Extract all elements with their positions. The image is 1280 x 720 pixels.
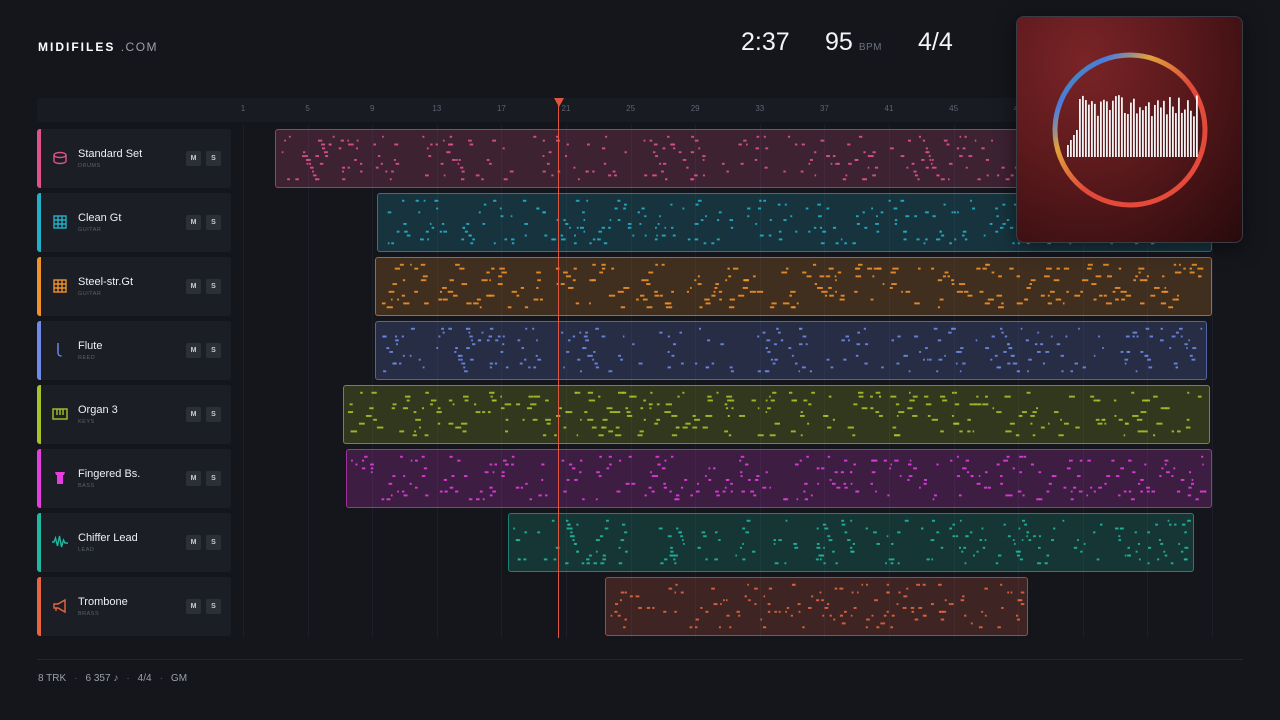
- note-pattern: [382, 263, 1204, 309]
- midi-clip[interactable]: [604, 577, 1028, 636]
- track-color-stripe: [37, 513, 41, 572]
- album-cover-visualizer: [1016, 16, 1243, 243]
- footer-signature: 4/4: [137, 673, 152, 684]
- grid-line: [243, 124, 244, 638]
- track-header-4[interactable]: Flute REED M S: [37, 321, 231, 380]
- ruler-tick: 45: [949, 104, 959, 113]
- ruler-tick: 9: [369, 104, 375, 113]
- solo-button[interactable]: S: [206, 343, 221, 358]
- waveform-icon: [51, 533, 69, 551]
- ruler-tick: 41: [884, 104, 894, 113]
- solo-button[interactable]: S: [206, 215, 221, 230]
- midi-clip[interactable]: [375, 257, 1212, 316]
- track-header-8[interactable]: Trombone BRASS M S: [37, 577, 231, 636]
- ruler-tick: 29: [690, 104, 700, 113]
- midi-clip[interactable]: [343, 385, 1211, 444]
- song-duration: 2:37: [741, 28, 790, 56]
- solo-button[interactable]: S: [206, 407, 221, 422]
- solo-button[interactable]: S: [206, 535, 221, 550]
- time-signature: 4/4: [918, 28, 953, 56]
- track-color-stripe: [37, 385, 41, 444]
- track-category: GUITAR: [78, 291, 102, 297]
- track-color-stripe: [37, 321, 41, 380]
- track-category: GUITAR: [78, 227, 102, 233]
- note-pattern: [382, 327, 1203, 373]
- solo-button[interactable]: S: [206, 279, 221, 294]
- mute-button[interactable]: M: [186, 215, 201, 230]
- mute-button[interactable]: M: [186, 407, 201, 422]
- track-name: Steel-str.Gt: [78, 276, 134, 288]
- playhead-handle[interactable]: [554, 98, 564, 107]
- drum-icon: [51, 149, 69, 167]
- track-category: DRUMS: [78, 163, 101, 169]
- mute-button[interactable]: M: [186, 535, 201, 550]
- track-color-stripe: [37, 129, 41, 188]
- note-pattern: [513, 519, 1191, 565]
- midi-clip[interactable]: [507, 513, 1195, 572]
- track-name: Flute: [78, 340, 103, 352]
- horn-icon: [51, 597, 69, 615]
- bass-icon: [51, 469, 69, 487]
- file-stats: 8 TRK · 6 357 ♪ · 4/4 · GM: [38, 673, 188, 684]
- track-count: 8 TRK: [38, 673, 67, 684]
- ruler-tick: 37: [819, 104, 829, 113]
- track-category: BASS: [78, 483, 95, 489]
- note-pattern: [351, 455, 1207, 501]
- track-header-1[interactable]: Standard Set DRUMS M S: [37, 129, 231, 188]
- flute-icon: [51, 341, 69, 359]
- midi-clip[interactable]: [346, 449, 1212, 508]
- track-header-7[interactable]: Chiffer Lead LEAD M S: [37, 513, 231, 572]
- track-category: KEYS: [78, 419, 95, 425]
- ruler-tick: 1: [240, 104, 246, 113]
- track-category: BRASS: [78, 611, 100, 617]
- solo-button[interactable]: S: [206, 471, 221, 486]
- ruler-tick: 5: [305, 104, 310, 113]
- track-header-5[interactable]: Organ 3 KEYS M S: [37, 385, 231, 444]
- track-category: REED: [78, 355, 96, 361]
- circular-spectrum-icon: [1052, 52, 1208, 208]
- guitar-grid-icon: [51, 277, 69, 295]
- track-name: Trombone: [78, 596, 128, 608]
- midi-standard: GM: [170, 673, 188, 684]
- track-header-3[interactable]: Steel-str.Gt GUITAR M S: [37, 257, 231, 316]
- track-name: Standard Set: [78, 148, 143, 160]
- track-color-stripe: [37, 257, 41, 316]
- mute-button[interactable]: M: [186, 599, 201, 614]
- midi-clip[interactable]: [375, 321, 1208, 380]
- track-name: Clean Gt: [78, 212, 122, 224]
- track-category: LEAD: [78, 547, 95, 553]
- mute-button[interactable]: M: [186, 471, 201, 486]
- grid-line: [307, 124, 309, 638]
- track-name: Organ 3: [78, 404, 118, 416]
- grid-line: [372, 124, 374, 638]
- ruler-tick: 25: [626, 104, 636, 113]
- track-name: Fingered Bs.: [78, 468, 141, 480]
- ruler-tick: 17: [496, 104, 506, 113]
- track-name: Chiffer Lead: [78, 532, 138, 544]
- ruler-tick: 13: [432, 104, 442, 113]
- mute-button[interactable]: M: [186, 151, 201, 166]
- track-header-6[interactable]: Fingered Bs. BASS M S: [37, 449, 231, 508]
- guitar-grid-icon: [51, 213, 69, 231]
- note-pattern: [610, 583, 1025, 629]
- keyboard-icon: [51, 405, 69, 423]
- playhead[interactable]: [558, 100, 559, 638]
- solo-button[interactable]: S: [206, 599, 221, 614]
- note-pattern: [348, 391, 1202, 437]
- track-color-stripe: [37, 193, 41, 252]
- solo-button[interactable]: S: [206, 151, 221, 166]
- track-color-stripe: [37, 577, 41, 636]
- ruler-tick: 33: [755, 104, 765, 113]
- track-color-stripe: [37, 449, 41, 508]
- tempo-display: 95 BPM: [825, 28, 882, 56]
- mute-button[interactable]: M: [186, 343, 201, 358]
- note-count: 6 357 ♪: [85, 673, 119, 684]
- brand-logo: MIDIFILES .COM: [38, 40, 159, 54]
- footer-divider: [37, 659, 1243, 660]
- mute-button[interactable]: M: [186, 279, 201, 294]
- track-header-2[interactable]: Clean Gt GUITAR M S: [37, 193, 231, 252]
